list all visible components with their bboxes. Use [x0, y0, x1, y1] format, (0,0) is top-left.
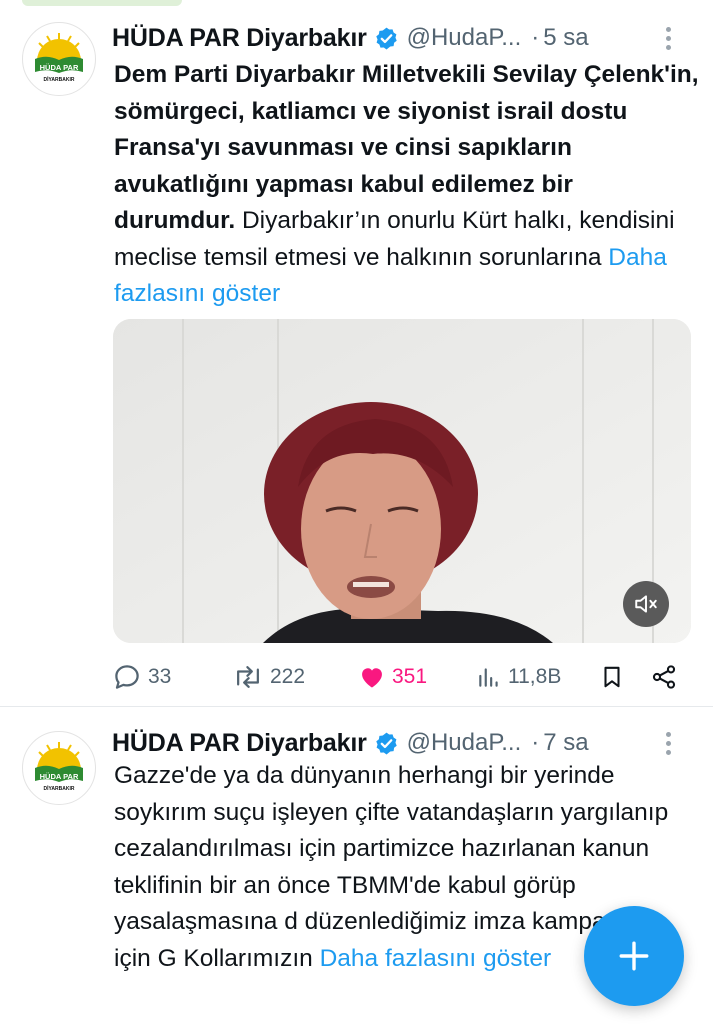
- heart-filled-icon: [362, 668, 382, 688]
- logo-text: HÜDA PAR: [40, 772, 79, 781]
- repost-count: 222: [270, 665, 306, 688]
- tweet-header: HÜDA PAR Diyarbakır @HudaP... · 7 sa: [112, 725, 693, 761]
- video-frame: [113, 319, 691, 643]
- huda-par-logo-icon: HÜDA PAR DİYARBAKIR: [24, 24, 94, 94]
- views-icon: [479, 668, 498, 687]
- more-options-icon[interactable]: [663, 729, 673, 757]
- tweet-header: HÜDA PAR Diyarbakır @HudaP... · 5 sa: [112, 20, 693, 56]
- avatar[interactable]: HÜDA PAR DİYARBAKIR: [22, 22, 96, 96]
- views-button[interactable]: 11,8B: [476, 659, 561, 695]
- tweet-actions: 33 222 351 11,8B: [112, 659, 692, 695]
- huda-par-logo-icon: HÜDA PAR DİYARBAKIR: [24, 733, 94, 803]
- verified-badge-icon: [375, 732, 397, 754]
- author-name[interactable]: HÜDA PAR Diyarbakır: [112, 24, 367, 53]
- timestamp[interactable]: 5 sa: [543, 24, 588, 52]
- author-handle[interactable]: @HudaP...: [407, 729, 522, 757]
- video-player[interactable]: [113, 319, 691, 643]
- bookmark-icon: [604, 666, 620, 688]
- reply-button[interactable]: 33: [112, 659, 171, 695]
- avatar[interactable]: HÜDA PAR DİYARBAKIR: [22, 731, 96, 805]
- author-name[interactable]: HÜDA PAR Diyarbakır: [112, 729, 367, 758]
- view-count: 11,8B: [508, 665, 562, 688]
- share-button[interactable]: [650, 659, 684, 695]
- tweet[interactable]: HÜDA PAR DİYARBAKIR HÜDA PAR Diyarbakır …: [0, 0, 713, 706]
- separator-dot: ·: [531, 24, 540, 51]
- like-button[interactable]: 351: [358, 659, 427, 695]
- tweet-text-body: Gazze'de ya da dünyanın herhangi bir yer…: [114, 762, 669, 972]
- compose-post-button[interactable]: [584, 906, 684, 1006]
- plus-icon: [619, 941, 649, 971]
- verified-badge-icon: [375, 27, 397, 49]
- like-count: 351: [392, 665, 428, 688]
- repost-icon: [237, 666, 259, 688]
- reply-icon: [115, 665, 139, 689]
- bookmark-button[interactable]: [599, 659, 631, 695]
- share-icon: [652, 665, 676, 689]
- mute-toggle-button[interactable]: [623, 581, 669, 627]
- repost-button[interactable]: 222: [232, 659, 305, 695]
- tweet-text[interactable]: Dem Parti Diyarbakır Milletvekili Sevila…: [114, 57, 699, 313]
- separator-dot: ·: [531, 729, 540, 756]
- reply-count: 33: [148, 665, 172, 688]
- more-options-icon[interactable]: [663, 24, 673, 52]
- timestamp[interactable]: 7 sa: [543, 729, 588, 757]
- logo-subtext: DİYARBAKIR: [44, 785, 75, 792]
- author-handle[interactable]: @HudaP...: [407, 24, 522, 52]
- show-more-link[interactable]: Daha fazlasını göster: [320, 945, 552, 972]
- mute-icon: [635, 595, 657, 613]
- logo-text: HÜDA PAR: [40, 63, 79, 72]
- logo-subtext: DİYARBAKIR: [44, 76, 75, 83]
